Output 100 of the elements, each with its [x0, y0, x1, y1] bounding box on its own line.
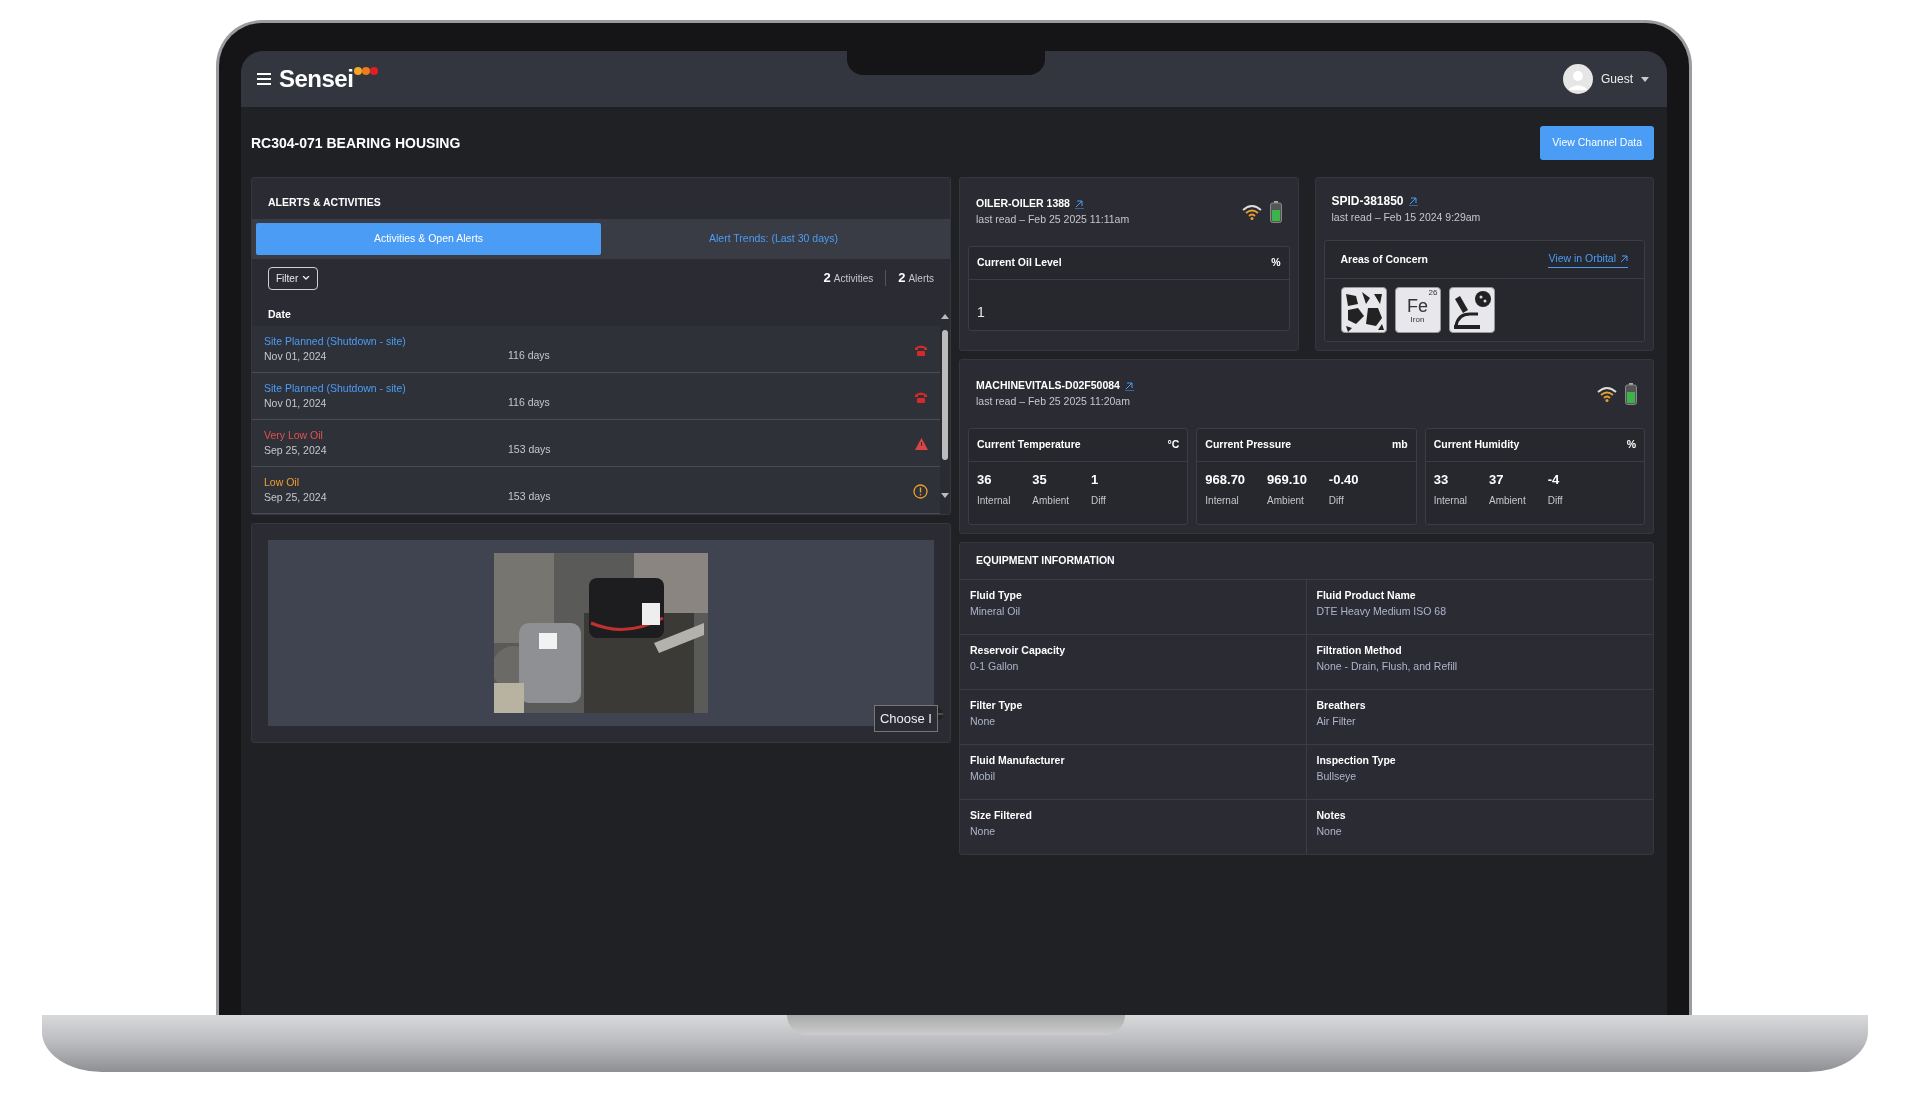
section-title: Areas of Concern	[1340, 251, 1429, 267]
reading-label: Diff	[1547, 494, 1563, 509]
external-link-icon[interactable]	[1073, 199, 1084, 210]
metric-label: Current Pressure	[1205, 437, 1292, 452]
unit-label: %	[1626, 437, 1636, 452]
avatar-icon	[1563, 64, 1593, 94]
phone-icon	[914, 343, 928, 358]
count-value: 2	[823, 269, 831, 288]
alert-row[interactable]: Low Oil Sep 25, 2024 153 days	[252, 467, 940, 515]
filter-dropdown[interactable]: Filter	[268, 266, 319, 290]
alert-title[interactable]: Site Planned (Shutdown - site)	[264, 380, 508, 397]
age-text: 153 days	[508, 488, 552, 504]
reading-value: 968.70	[1205, 470, 1246, 489]
age-text: 153 days	[508, 441, 552, 457]
reading-value: 37	[1489, 470, 1505, 489]
field-value: None	[1316, 823, 1343, 839]
field-label: Filter Type	[970, 697, 1024, 713]
wifi-icon	[1241, 204, 1262, 220]
warning-triangle-icon	[915, 438, 928, 451]
device-name: MACHINEVITALS-D02F50084	[976, 378, 1120, 394]
reading-label: Diff	[1328, 494, 1345, 509]
field-label: Fluid Type	[970, 587, 1023, 603]
age-text: 116 days	[508, 394, 551, 410]
tooltip: Choose I	[873, 704, 938, 733]
device-name: SPID-381850	[1331, 193, 1404, 211]
date-text: Nov 01, 2024	[264, 396, 328, 412]
alert-circle-icon	[913, 483, 928, 499]
age-text: 116 days	[508, 347, 551, 363]
field-label: Inspection Type	[1316, 752, 1397, 768]
field-value: None	[970, 823, 997, 839]
alert-title[interactable]: Low Oil	[264, 474, 508, 491]
phone-icon	[914, 390, 928, 405]
last-read-text: last read – Feb 15 2024 9:29am	[1331, 210, 1482, 226]
field-label: Size Filtered	[970, 807, 1033, 823]
reading-value: -4	[1547, 470, 1561, 489]
alert-title[interactable]: Site Planned (Shutdown - site)	[264, 333, 508, 350]
view-in-orbital-link[interactable]: View in Orbital	[1548, 251, 1628, 268]
field-value: 0-1 Gallon	[970, 658, 1020, 674]
field-label: Reservoir Capacity	[970, 642, 1067, 658]
panel-title: EQUIPMENT INFORMATION	[976, 552, 1115, 568]
field-value: Air Filter	[1316, 713, 1357, 729]
field-value: Mineral Oil	[970, 603, 1022, 619]
column-header: Date	[268, 307, 291, 320]
alert-row[interactable]: Site Planned (Shutdown - site) Nov 01, 2024 116 days	[252, 326, 940, 374]
reading-value: 35	[1032, 470, 1048, 489]
date-text: Nov 01, 2024	[264, 349, 328, 365]
chevron-icon	[302, 275, 311, 281]
battery-icon	[1625, 383, 1637, 405]
reading-label: Internal	[977, 494, 1011, 509]
field-label: Breathers	[1316, 697, 1367, 713]
last-read-text: last read – Feb 25 2025 11:11am	[976, 212, 1130, 227]
device-name: OILER-OILER 1388	[976, 196, 1070, 212]
particles-icon	[1340, 287, 1387, 333]
external-link-icon[interactable]	[1407, 196, 1418, 207]
reading-label: Ambient	[1032, 494, 1070, 509]
battery-icon	[1269, 201, 1282, 223]
reading-label: Diff	[1091, 494, 1106, 509]
reading-value: -0.40	[1328, 470, 1359, 489]
count-label: Activities	[833, 272, 874, 287]
unit-label: mb	[1391, 437, 1408, 452]
date-text: Sep 25, 2024	[264, 443, 328, 459]
panel-title: ALERTS & ACTIVITIES	[268, 196, 381, 208]
microscope-icon	[1448, 287, 1495, 333]
reading-value: 969.10	[1267, 470, 1307, 489]
metric-label: Current Oil Level	[977, 255, 1062, 270]
reading-label: Internal	[1205, 494, 1240, 509]
alert-row[interactable]: Very Low Oil Sep 25, 2024 153 days	[252, 420, 940, 468]
logo-dots-icon	[353, 66, 380, 76]
field-label: Fluid Manufacturer	[970, 752, 1066, 768]
metric-value: 1	[977, 303, 985, 320]
field-value: None - Drain, Flush, and Refill	[1316, 658, 1459, 674]
alert-row[interactable]: Site Planned (Shutdown - site) Nov 01, 2024 116 days	[252, 373, 940, 421]
reading-label: Internal	[1433, 494, 1467, 509]
caret-icon	[1641, 76, 1649, 82]
count-label: Alerts	[908, 272, 934, 287]
external-link-icon[interactable]	[1123, 381, 1134, 392]
field-label: Notes	[1316, 807, 1347, 823]
page-title: RC304-071 BEARING HOUSING	[251, 133, 461, 153]
unit-label: °C	[1167, 437, 1180, 452]
element-tile: 26 Fe Iron	[1394, 287, 1441, 333]
field-value: Bullseye	[1316, 768, 1358, 784]
user-menu[interactable]: Guest	[1563, 64, 1649, 94]
wifi-icon	[1597, 386, 1617, 402]
metric-label: Current Temperature	[977, 437, 1081, 452]
brand-logo[interactable]: Sensei	[279, 61, 354, 97]
field-label: Fluid Product Name	[1316, 587, 1417, 603]
last-read-text: last read – Feb 25 2025 11:20am	[976, 394, 1131, 409]
field-value: Mobil	[970, 768, 997, 784]
unit-label: %	[1271, 255, 1281, 270]
alert-title[interactable]: Very Low Oil	[264, 427, 508, 444]
field-value: None	[970, 713, 997, 729]
external-link-icon	[1620, 255, 1628, 263]
date-text: Sep 25, 2024	[264, 490, 328, 506]
reading-value: 36	[977, 470, 993, 489]
field-value: DTE Heavy Medium ISO 68	[1316, 603, 1448, 619]
reading-value: 1	[1091, 470, 1100, 489]
metric-label: Current Humidity	[1433, 437, 1520, 452]
menu-icon[interactable]	[257, 73, 271, 85]
reading-label: Ambient	[1489, 494, 1526, 509]
reading-label: Ambient	[1267, 494, 1305, 509]
